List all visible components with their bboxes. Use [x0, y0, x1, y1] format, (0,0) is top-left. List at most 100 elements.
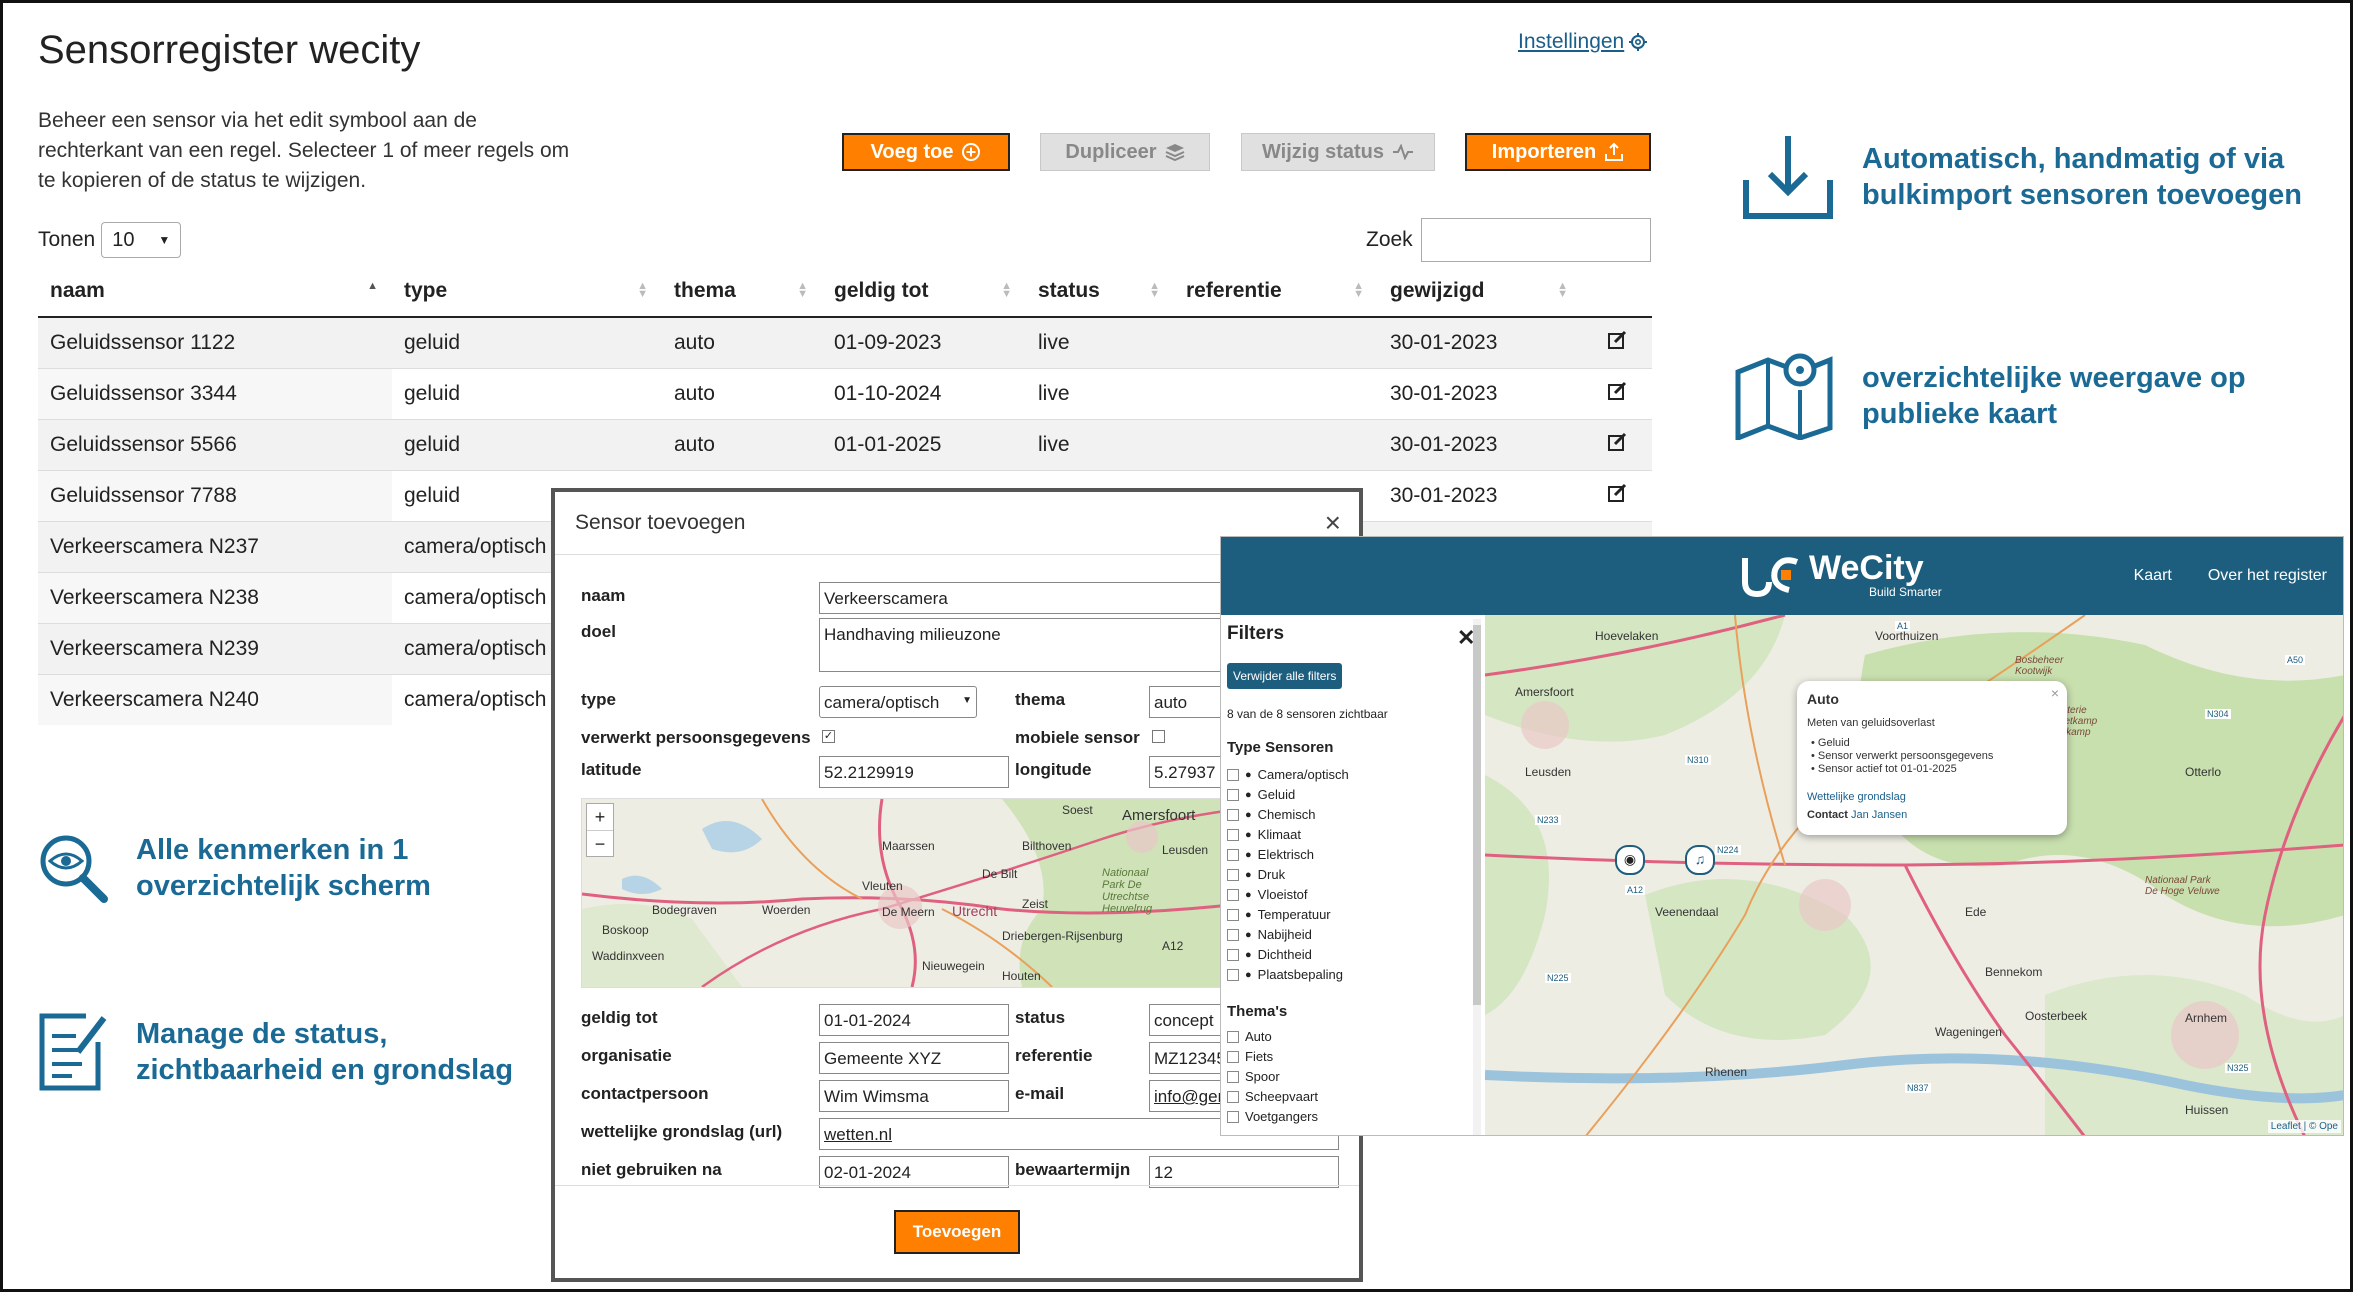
column-header[interactable]: gewijzigd ▲ ▼	[1378, 266, 1582, 318]
name-field[interactable]: Verkeerscamera	[819, 582, 1239, 614]
filter-checkbox[interactable]	[1227, 968, 1239, 981]
map-label: A12	[1625, 885, 1646, 895]
purpose-field[interactable]: Handhaving milieuzone	[819, 618, 1239, 672]
type-select[interactable]: camera/optisch ▼	[819, 686, 977, 718]
table-cell	[1174, 368, 1378, 420]
filter-checkbox[interactable]	[1227, 848, 1239, 861]
filter-checkbox[interactable]	[1227, 908, 1239, 921]
duplicate-button[interactable]: Dupliceer	[1040, 133, 1210, 171]
table-cell: Geluidssensor 7788	[38, 470, 392, 522]
table-row[interactable]: Geluidssensor 1122 geluid auto 01-09-2023 li…	[38, 316, 1652, 369]
nav-about[interactable]: Over het register	[2208, 567, 2327, 585]
column-header[interactable]: type ▲ ▼	[392, 266, 662, 318]
column-header[interactable]: geldig tot ▲ ▼	[822, 266, 1026, 318]
map-attribution: Leaflet | © Ope	[2267, 1120, 2341, 1133]
activity-icon	[1393, 144, 1414, 160]
zoom-in-button[interactable]: +	[587, 804, 613, 830]
edit-icon[interactable]	[1607, 483, 1627, 503]
contact-person-field[interactable]: Wim Wimsma	[819, 1080, 1009, 1112]
field-label: longitude	[1015, 760, 1092, 779]
map-label: De Bilt	[982, 867, 1018, 881]
sound-marker[interactable]: ♫	[1685, 845, 1715, 875]
column-header[interactable]: naam ▲	[38, 266, 392, 318]
column-header[interactable]: thema ▲ ▼	[662, 266, 822, 318]
change-status-button[interactable]: Wijzig status	[1241, 133, 1435, 171]
location-map[interactable]: + − Amersfoort Soest Maarssen Bilthoven Leusd…	[581, 798, 1241, 988]
filter-type-item[interactable]: ● Camera/optisch	[1227, 767, 1349, 782]
nav-map[interactable]: Kaart	[2134, 567, 2172, 585]
search-input[interactable]	[1420, 218, 1651, 262]
filter-checkbox[interactable]	[1227, 1070, 1239, 1083]
filter-checkbox[interactable]	[1227, 788, 1239, 801]
filter-checkbox[interactable]	[1227, 768, 1239, 781]
filter-theme-item[interactable]: Auto	[1227, 1029, 1272, 1044]
filter-checkbox[interactable]	[1227, 868, 1239, 881]
edit-icon[interactable]	[1607, 381, 1627, 401]
sort-icon: ▲ ▼	[1353, 280, 1364, 300]
map-label: Soest	[1062, 803, 1093, 817]
mobile-sensor-checkbox[interactable]	[1152, 730, 1165, 743]
filter-type-item[interactable]: ● Dichtheid	[1227, 947, 1312, 962]
filter-type-item[interactable]: ● Plaatsbepaling	[1227, 967, 1343, 982]
organisation-field[interactable]: Gemeente XYZ	[819, 1042, 1009, 1074]
filter-checkbox[interactable]	[1227, 1030, 1239, 1043]
map-label: N837	[1905, 1083, 1931, 1093]
table-row[interactable]: Geluidssensor 3344 geluid auto 01-10-2024 li…	[38, 368, 1652, 420]
edit-icon[interactable]	[1607, 432, 1627, 452]
filter-checkbox[interactable]	[1227, 808, 1239, 821]
public-map[interactable]: Hoevelaken Amersfoort Leusden Veenendaal Ede…	[1484, 613, 2343, 1135]
page-length-select[interactable]: 10 ▼	[101, 222, 182, 258]
filter-type-label: Vloeistof	[1257, 887, 1308, 902]
close-icon[interactable]: ×	[2051, 685, 2059, 701]
valid-until-field[interactable]: 01-01-2024	[819, 1004, 1009, 1036]
map-label: Ede	[1965, 905, 1987, 919]
retention-field[interactable]: 12	[1149, 1156, 1339, 1188]
column-header[interactable]: status ▲ ▼	[1026, 266, 1174, 318]
filter-theme-item[interactable]: Spoor	[1227, 1069, 1280, 1084]
submit-button[interactable]: Toevoegen	[894, 1210, 1020, 1254]
import-button[interactable]: Importeren	[1465, 133, 1651, 171]
filter-type-item[interactable]: ● Elektrisch	[1227, 847, 1314, 862]
map-label: Woerden	[762, 903, 811, 917]
filter-type-item[interactable]: ● Geluid	[1227, 787, 1295, 802]
settings-link[interactable]: Instellingen	[1518, 30, 1648, 54]
filter-type-item[interactable]: ● Druk	[1227, 867, 1285, 882]
filter-checkbox[interactable]	[1227, 1110, 1239, 1123]
filter-type-item[interactable]: ● Temperatuur	[1227, 907, 1331, 922]
filter-type-item[interactable]: ● Nabijheid	[1227, 927, 1312, 942]
popup-contact-name[interactable]: Jan Jansen	[1851, 809, 1907, 821]
personal-data-checkbox[interactable]: ✓	[822, 730, 835, 743]
filter-type-item[interactable]: ● Chemisch	[1227, 807, 1315, 822]
field-label: contactpersoon	[581, 1084, 709, 1103]
latitude-field[interactable]: 52.2129919	[819, 756, 1009, 788]
edit-icon[interactable]	[1607, 330, 1627, 350]
filter-checkbox[interactable]	[1227, 928, 1239, 941]
popup-link[interactable]: Wettelijke grondslag	[1807, 791, 1906, 803]
filter-theme-item[interactable]: Fiets	[1227, 1049, 1273, 1064]
filter-checkbox[interactable]	[1227, 1050, 1239, 1063]
brand-name: WeCity	[1809, 549, 1924, 587]
zoom-out-button[interactable]: −	[587, 830, 613, 857]
map-label: Hoevelaken	[1595, 629, 1659, 643]
camera-marker[interactable]: ◉	[1615, 845, 1645, 875]
table-cell: auto	[662, 316, 822, 369]
filter-type-item[interactable]: ● Vloeistof	[1227, 887, 1308, 902]
filter-checkbox[interactable]	[1227, 948, 1239, 961]
filter-checkbox[interactable]	[1227, 828, 1239, 841]
filter-checkbox[interactable]	[1227, 1090, 1239, 1103]
filter-theme-item[interactable]: Scheepvaart	[1227, 1089, 1318, 1104]
column-header[interactable]: referentie ▲ ▼	[1174, 266, 1378, 318]
close-icon[interactable]: ×	[1325, 507, 1341, 539]
filter-checkbox[interactable]	[1227, 888, 1239, 901]
table-cell: Verkeerscamera N237	[38, 521, 392, 573]
do-not-use-after-field[interactable]: 02-01-2024	[819, 1156, 1009, 1188]
remove-filters-button[interactable]: Verwijder alle filters	[1227, 663, 1343, 689]
filter-type-icon: ●	[1245, 788, 1252, 801]
filter-type-item[interactable]: ● Klimaat	[1227, 827, 1301, 842]
table-cell: Verkeerscamera N238	[38, 572, 392, 624]
panel-scrollbar[interactable]	[1473, 619, 1481, 1135]
table-row[interactable]: Geluidssensor 5566 geluid auto 01-01-2025 li…	[38, 419, 1652, 471]
field-label: verwerkt persoonsgegevens	[581, 728, 811, 747]
filter-theme-item[interactable]: Voetgangers	[1227, 1109, 1318, 1124]
add-button[interactable]: Voeg toe	[842, 133, 1010, 171]
